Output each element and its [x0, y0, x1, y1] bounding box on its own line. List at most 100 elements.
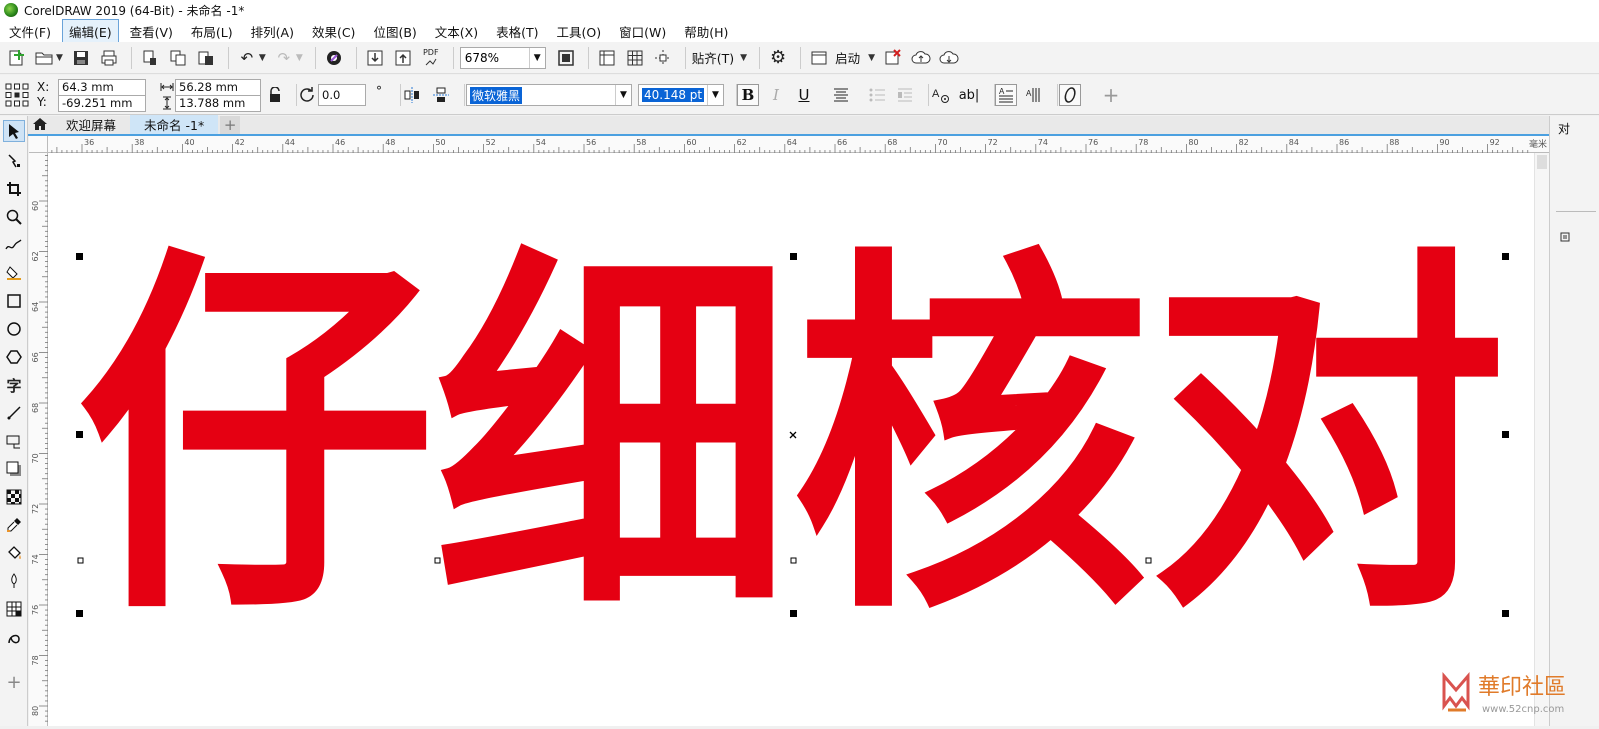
underline-button[interactable]: U [793, 84, 815, 106]
app-launcher-icon[interactable] [807, 46, 831, 70]
import-icon[interactable] [363, 46, 387, 70]
artistic-text-object[interactable]: 仔细核对 [77, 220, 1507, 660]
menu-item[interactable]: 查看(V) [123, 19, 180, 44]
redo-icon[interactable]: ↷ [272, 46, 296, 70]
transparency-tool-icon[interactable] [3, 486, 25, 508]
cut-icon[interactable] [138, 46, 162, 70]
export-icon[interactable] [391, 46, 415, 70]
text-node[interactable] [790, 557, 797, 564]
chevron-down-icon[interactable]: ▼ [615, 85, 631, 105]
eyedropper-tool-icon[interactable] [3, 514, 25, 536]
parallel-dimension-tool-icon[interactable] [3, 402, 25, 424]
text-node[interactable] [1145, 557, 1152, 564]
menu-item[interactable]: 文件(F) [2, 19, 58, 44]
handle-middle-right[interactable] [1502, 431, 1509, 438]
ellipse-tool-icon[interactable] [3, 318, 25, 340]
menu-item[interactable]: 表格(T) [489, 19, 545, 44]
launch-dropdown-icon[interactable]: ▼ [868, 53, 875, 63]
handle-top-left[interactable] [76, 253, 83, 260]
show-grid-icon[interactable] [623, 46, 647, 70]
open-dropdown-icon[interactable]: ▼ [56, 53, 63, 63]
add-tool-icon[interactable]: + [3, 671, 25, 693]
tab-document[interactable]: 未命名 -1* [130, 115, 219, 134]
zoom-tool-icon[interactable] [3, 206, 25, 228]
connector-tool-icon[interactable] [3, 430, 25, 452]
font-family-value[interactable]: 微软雅黑 [470, 86, 523, 104]
scroll-thumb[interactable] [1537, 155, 1547, 169]
text-node[interactable] [77, 557, 84, 564]
menu-item[interactable]: 窗口(W) [612, 19, 673, 44]
print-icon[interactable] [97, 46, 121, 70]
search-content-icon[interactable] [322, 46, 346, 70]
interactive-fill-tool-icon[interactable] [3, 542, 25, 564]
polygon-tool-icon[interactable] [3, 346, 25, 368]
snap-dropdown-icon[interactable]: ▼ [740, 53, 747, 63]
drawing-canvas[interactable]: 仔细核对 [48, 153, 1549, 726]
font-size-select[interactable]: 40.148 pt ▼ [638, 84, 724, 106]
bold-button[interactable]: B [737, 84, 759, 106]
text-properties-icon[interactable]: A [930, 84, 952, 106]
pick-tool-icon[interactable] [3, 120, 25, 142]
horizontal-ruler[interactable]: 36 38 40 42 44 46 48 50 52 54 56 58 60 62 64 66 68 70 72 74… [48, 136, 1549, 153]
edit-text-button[interactable]: ab | [958, 84, 980, 106]
menu-item[interactable]: 文本(X) [428, 19, 485, 44]
snap-to-menu[interactable]: 贴齐(T) [692, 48, 734, 67]
vertical-ruler[interactable]: 60 62 64 66 68 70 72 74 76 78 80 [29, 136, 48, 726]
bezier-tool-icon[interactable] [3, 626, 25, 648]
show-guidelines-icon[interactable] [651, 46, 675, 70]
chevron-down-icon[interactable]: ▼ [528, 47, 545, 68]
tab-welcome-screen[interactable]: 欢迎屏幕 [52, 115, 130, 134]
copy-icon[interactable] [166, 46, 190, 70]
cloud-upload-icon[interactable] [909, 46, 933, 70]
save-icon[interactable] [69, 46, 93, 70]
delete-object-icon[interactable] [881, 46, 905, 70]
horizontal-text-icon[interactable]: A [995, 84, 1017, 106]
ruler-origin-corner[interactable] [29, 136, 48, 153]
handle-bottom-center[interactable] [790, 610, 797, 617]
new-document-icon[interactable] [4, 46, 28, 70]
undo-icon[interactable]: ↶ [235, 46, 259, 70]
shape-tool-icon[interactable] [3, 150, 25, 172]
handle-top-right[interactable] [1502, 253, 1509, 260]
chevron-down-icon[interactable]: ▼ [707, 85, 723, 105]
full-screen-preview-icon[interactable] [554, 46, 578, 70]
paste-icon[interactable] [194, 46, 218, 70]
font-size-value[interactable]: 40.148 pt [642, 88, 705, 102]
x-position-field[interactable]: 64.3 mm [58, 79, 146, 96]
redo-dropdown-icon[interactable]: ▼ [296, 53, 303, 63]
zoom-level-input[interactable] [460, 47, 529, 68]
menu-item[interactable]: 工具(O) [550, 19, 609, 44]
interactive-oblique-icon[interactable] [1059, 84, 1081, 106]
lock-ratio-icon[interactable] [268, 86, 282, 106]
mesh-fill-tool-icon[interactable] [3, 598, 25, 620]
menu-item[interactable]: 排列(A) [244, 19, 301, 44]
freehand-tool-icon[interactable] [3, 234, 25, 256]
handle-bottom-left[interactable] [76, 610, 83, 617]
vertical-scrollbar[interactable] [1534, 153, 1549, 726]
rotation-angle-field[interactable]: 0.0 [318, 84, 366, 106]
menu-item[interactable]: 编辑(E) [61, 18, 119, 44]
drop-cap-icon[interactable] [894, 84, 916, 106]
crop-tool-icon[interactable] [3, 178, 25, 200]
docker-tab-label[interactable]: 对 [1558, 120, 1570, 137]
italic-button[interactable]: I [765, 84, 787, 106]
new-tab-icon[interactable]: + [220, 116, 241, 134]
rectangle-tool-icon[interactable] [3, 290, 25, 312]
handle-top-center[interactable] [790, 253, 797, 260]
bullet-list-icon[interactable] [866, 84, 888, 106]
object-origin-icon[interactable] [5, 83, 29, 110]
y-position-field[interactable]: -69.251 mm [58, 95, 146, 112]
menu-item[interactable]: 帮助(H) [677, 19, 735, 44]
handle-bottom-right[interactable] [1502, 610, 1509, 617]
docker-properties-icon[interactable] [1560, 231, 1570, 245]
text-node[interactable] [434, 557, 441, 564]
mirror-vertical-icon[interactable] [430, 84, 452, 106]
launch-menu[interactable]: 启动 [835, 48, 860, 67]
mirror-horizontal-icon[interactable] [401, 84, 423, 106]
undo-dropdown-icon[interactable]: ▼ [259, 53, 266, 63]
smart-fill-tool-icon[interactable] [3, 262, 25, 284]
height-field[interactable]: 13.788 mm [175, 95, 261, 112]
handle-middle-left[interactable] [76, 431, 83, 438]
show-rulers-icon[interactable] [595, 46, 619, 70]
text-tool-icon[interactable]: 字 [3, 374, 25, 396]
